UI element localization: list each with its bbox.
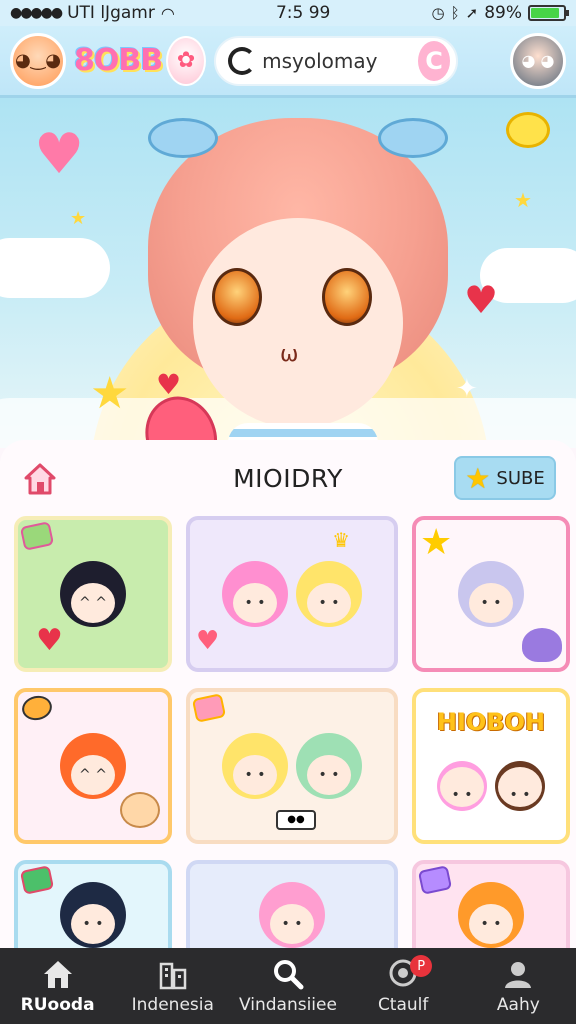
sticker-icon	[417, 865, 453, 895]
chibi-character: • •	[495, 761, 545, 811]
character-card[interactable]: • •	[186, 860, 398, 950]
notification-badge: P	[410, 955, 433, 977]
character-mouth: ω	[280, 342, 299, 367]
search-input[interactable]	[262, 48, 413, 73]
nav-label: RUooda	[20, 995, 95, 1015]
star-icon: ★	[70, 208, 87, 229]
character-card-featured[interactable]: HIOBOH • • • •	[412, 688, 570, 844]
character-eye-right	[322, 268, 372, 326]
app-logo[interactable]: 8OBB	[74, 43, 163, 78]
battery-fill	[530, 8, 560, 18]
character-card[interactable]: • •	[412, 860, 570, 950]
chibi-character: ^ ^	[60, 733, 126, 799]
character-eye-left	[212, 268, 262, 326]
nav-label: Indenesia	[131, 995, 214, 1015]
avatar-face-icon: ◕ ◕	[521, 51, 555, 70]
nav-item-home[interactable]: RUooda	[3, 957, 113, 1015]
star-icon: ★	[90, 368, 130, 419]
character-card[interactable]: ★ • •	[412, 516, 570, 672]
search-ring-icon	[228, 46, 257, 75]
sparkle-icon: ✦	[456, 374, 478, 404]
hero-banner[interactable]: ♥ ♥ ♥ ★ ★ ★ ✦ ω ⋈	[0, 98, 576, 448]
sticker-icon	[19, 693, 55, 723]
content-panel: MIOIDRY ★ SUBE ^ ^ ♥ • • • • ♥ ♛ ★ • • ^…	[0, 440, 576, 950]
nav-label: Vindansiiee	[238, 995, 337, 1015]
cloud-left	[0, 238, 110, 298]
chibi-character: • •	[458, 882, 524, 948]
character-card[interactable]: • • • • ●●	[186, 688, 398, 844]
bluetooth-icon: ᛒ	[450, 4, 460, 22]
nav-label: Ctaulf	[377, 995, 429, 1015]
character-card[interactable]: ^ ^ ♥	[14, 516, 172, 672]
crown-icon: ♛	[332, 528, 350, 552]
building-icon	[155, 957, 191, 991]
chibi-character: ^ ^	[60, 561, 126, 627]
sticker-icon	[19, 865, 55, 895]
slime-icon	[522, 628, 562, 662]
alarm-icon: ◷	[431, 4, 445, 22]
card-title: HIOBOH	[436, 708, 546, 736]
chibi-character: • •	[458, 561, 524, 627]
nav-item-profile[interactable]: Aahy	[463, 957, 573, 1015]
subscribe-label: SUBE	[496, 467, 545, 489]
chibi-character: • •	[222, 561, 288, 627]
character-face	[193, 218, 403, 428]
wifi-icon: ◠	[160, 3, 175, 23]
avatar-face-icon: ◕‿◕	[15, 50, 61, 71]
search-bar[interactable]: C	[214, 35, 459, 86]
star-icon: ★	[514, 188, 532, 212]
subscribe-button[interactable]: ★ SUBE	[454, 456, 556, 500]
carrier-label: UTI lJgamr	[67, 3, 155, 23]
chibi-character: • •	[222, 733, 288, 799]
sticker-icon	[191, 693, 227, 723]
character-card[interactable]: ^ ^	[14, 688, 172, 844]
section-header: MIOIDRY ★ SUBE	[0, 440, 576, 516]
character-card[interactable]: • • • • ♥ ♛	[186, 516, 398, 672]
search-icon	[270, 957, 306, 991]
sticker-icon	[19, 521, 55, 551]
nav-item-search[interactable]: Vindansiiee	[233, 957, 343, 1015]
location-icon: ➚	[465, 4, 479, 22]
chibi-character: • •	[437, 761, 487, 811]
search-submit-button[interactable]: C	[418, 40, 451, 81]
character-card[interactable]: • •	[14, 860, 172, 950]
chibi-character: • •	[296, 733, 362, 799]
chick-icon	[506, 112, 550, 148]
home-icon[interactable]	[20, 458, 60, 498]
hair-bow-left	[148, 118, 218, 158]
hair-bow-right	[378, 118, 448, 158]
nav-item-indenesia[interactable]: Indenesia	[118, 957, 228, 1015]
bottom-nav: RUooda Indenesia Vindansiiee P Ctaulf Aa…	[0, 948, 576, 1024]
character-grid: ^ ^ ♥ • • • • ♥ ♛ ★ • • ^ ^ • • • • ●● H…	[0, 516, 576, 950]
pet-icon	[120, 792, 160, 828]
mascot-icon: ✿	[166, 35, 207, 86]
battery-icon	[527, 5, 569, 21]
chibi-character: • •	[259, 882, 325, 948]
nav-label: Aahy	[496, 995, 540, 1015]
battery-percent: 89%	[484, 3, 522, 23]
chibi-character: • •	[296, 561, 362, 627]
chibi-character: • •	[60, 882, 126, 948]
star-icon: ★	[420, 522, 453, 563]
star-icon: ★	[465, 461, 491, 495]
heart-icon: ♥	[196, 626, 220, 656]
status-bar: ●●●●● UTI lJgamr ◠ 7:5 99 ◷ ᛒ ➚ 89%	[0, 0, 576, 26]
heart-icon: ♥	[36, 623, 63, 658]
app-header: ◕‿◕ 8OBB ✿ C ◕ ◕	[0, 26, 576, 98]
friend-avatar[interactable]: ◕ ◕	[510, 32, 566, 89]
dice-icon: ●●	[276, 810, 316, 830]
profile-icon	[500, 957, 536, 991]
signal-icon: ●●●●●	[10, 5, 63, 21]
nav-item-chat[interactable]: P Ctaulf	[348, 955, 458, 1015]
user-avatar[interactable]: ◕‿◕	[10, 32, 66, 89]
home-icon	[40, 957, 76, 991]
heart-icon: ♥	[464, 278, 499, 322]
status-time: 7:5 99	[275, 3, 331, 23]
heart-icon: ♥	[34, 122, 85, 187]
